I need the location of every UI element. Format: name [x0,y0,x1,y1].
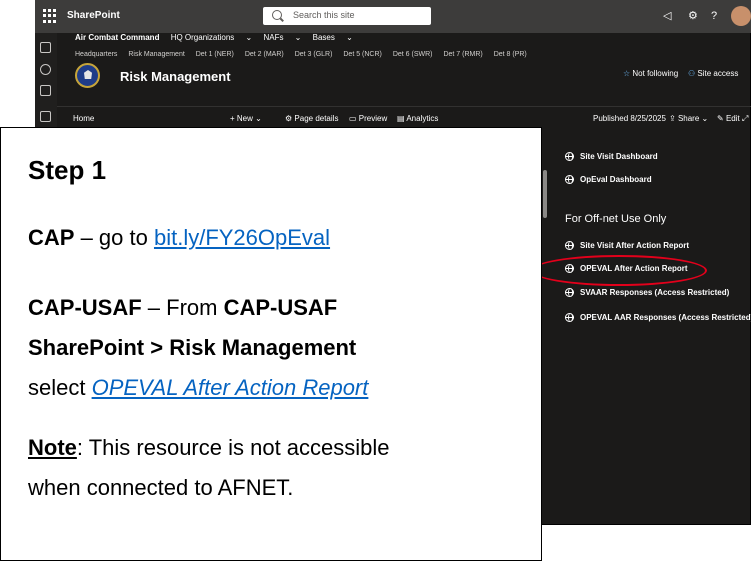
search-box[interactable]: Search this site [263,7,431,25]
app-title[interactable]: SharePoint [67,10,120,21]
site-nav-item[interactable]: Det 7 (RMR) [443,51,482,58]
note-line2: when connected to AFNET. [28,475,294,500]
quick-link-opeval-dashboard[interactable]: OpEval Dashboard [565,175,652,184]
globe-icon[interactable] [40,64,51,75]
site-nav-item[interactable]: Det 3 (GLR) [295,51,333,58]
offnet-section-heading: For Off-net Use Only [565,213,667,225]
chevron-down-icon: ⌄ [255,114,262,123]
search-input[interactable]: Search this site [293,10,355,20]
cap-usaf-instruction-line3: select OPEVAL After Action Report [28,375,369,400]
gear-icon: ⚙ [285,114,293,123]
page-details-button[interactable]: ⚙ Page details [285,114,338,123]
globe-icon [565,241,574,250]
note-line1: Note: This resource is not accessible [28,435,390,460]
pencil-icon: ✎ [717,114,724,123]
follow-button[interactable]: ☆ Not following [623,69,678,78]
nav-home-link[interactable]: Home [73,114,94,123]
site-nav-item[interactable]: Risk Management [128,51,184,58]
people-icon: ⚇ [688,69,696,78]
hub-nav-item-hq-organizations[interactable]: HQ Organizations ⌄ [171,33,253,42]
site-nav-item[interactable]: Det 2 (MAR) [245,51,284,58]
suite-bar: SharePoint Search this site ◁ ⚙ ? [35,0,751,33]
step-title: Step 1 [28,155,107,185]
search-icon [272,10,282,20]
news-icon[interactable] [40,85,51,96]
megaphone-icon[interactable]: ◁ [663,9,671,23]
highlight-ellipse [531,255,707,286]
preview-button[interactable]: ▭ Preview [349,114,387,123]
new-button[interactable]: + New ⌄ [230,114,262,123]
slide: SharePoint Search this site ◁ ⚙ ? Air Co… [0,0,751,561]
share-button[interactable]: ⇪ Share ⌄ [669,114,708,123]
document-icon[interactable] [40,111,51,122]
help-icon[interactable]: ? [711,9,717,23]
analytics-button[interactable]: ▤ Analytics [397,114,438,123]
app-launcher-icon[interactable] [43,9,57,23]
site-title[interactable]: Risk Management [120,69,231,84]
cap-instruction: CAP – go to bit.ly/FY26OpEval [28,225,331,250]
home-icon[interactable] [40,42,51,53]
star-icon: ☆ [623,69,631,78]
analytics-icon: ▤ [397,114,405,123]
scrollbar-thumb[interactable] [543,170,547,218]
site-logo[interactable] [75,63,100,88]
expand-icon[interactable]: ⤢ [742,114,748,124]
site-nav-item[interactable]: Det 1 (NER) [196,51,234,58]
quick-link-svaar-responses[interactable]: SVAAR Responses (Access Restricted) [565,288,729,297]
edit-button[interactable]: ✎ Edit [717,114,740,123]
preview-icon: ▭ [349,114,357,123]
site-navigation: Headquarters Risk Management Det 1 (NER)… [75,51,536,58]
quick-link-opeval-aar-responses[interactable]: OPEVAL AAR Responses (Access Restricted) [565,313,751,322]
globe-icon [565,152,574,161]
bitly-link[interactable]: bit.ly/FY26OpEval [154,225,330,250]
site-access-button[interactable]: ⚇ Site access [688,69,738,78]
cap-usaf-instruction-line2: SharePoint > Risk Management [28,335,357,360]
hub-navigation: Air Combat Command HQ Organizations ⌄ NA… [75,33,362,47]
globe-icon [565,288,574,297]
avatar[interactable] [731,6,751,26]
hub-nav-item-nafs[interactable]: NAFs ⌄ [263,33,301,42]
globe-icon [565,175,574,184]
chevron-down-icon: ⌄ [701,114,709,123]
instruction-callout: Step 1 CAP – go to bit.ly/FY26OpEval CAP… [0,127,542,561]
opeval-aar-link[interactable]: OPEVAL After Action Report [92,375,369,400]
site-nav-item[interactable]: Det 5 (NCR) [343,51,382,58]
gear-icon[interactable]: ⚙ [688,9,698,23]
share-icon: ⇪ [669,114,676,123]
cap-usaf-instruction-line1: CAP-USAF – From CAP-USAF [28,295,338,320]
plus-icon: + [230,114,235,123]
site-nav-item[interactable]: Det 8 (PR) [494,51,527,58]
globe-icon [565,313,574,322]
hub-nav-item-bases[interactable]: Bases ⌄ [313,33,353,42]
hub-title[interactable]: Air Combat Command [75,33,159,42]
quick-link-site-visit-aar[interactable]: Site Visit After Action Report [565,241,689,250]
quick-link-site-visit-dashboard[interactable]: Site Visit Dashboard [565,152,658,161]
published-status: Published 8/25/2025 [593,114,666,123]
site-nav-item[interactable]: Headquarters [75,51,117,58]
site-nav-item[interactable]: Det 6 (SWR) [393,51,433,58]
